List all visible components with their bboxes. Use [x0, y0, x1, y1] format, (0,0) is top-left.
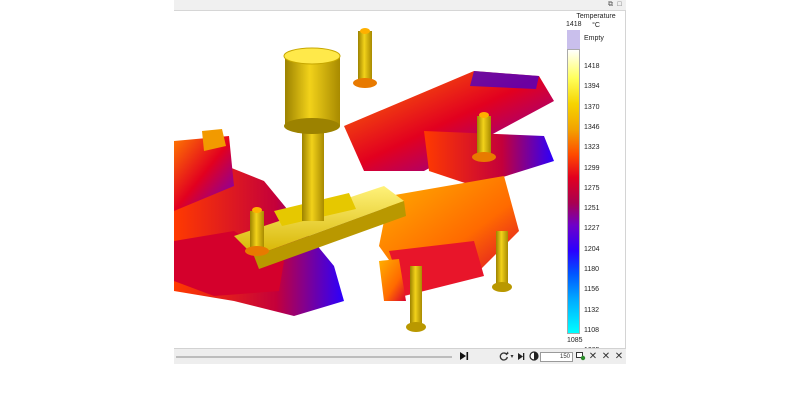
right-riser-collar: [472, 152, 496, 162]
top-riser-collar: [353, 78, 377, 88]
left-front-riser-collar: [245, 246, 269, 256]
legend-tick-label: 1156: [584, 286, 600, 294]
front-riser-a-base: [406, 322, 426, 332]
legend-tick-label: 1394: [584, 83, 600, 91]
app-root: ⧉ □ Temperature °C 1418 Empty 1418 1394 …: [0, 0, 800, 400]
legend-tick-label: 1323: [584, 144, 600, 152]
runner-edge: [470, 71, 539, 89]
legend-tick-label: 1299: [584, 164, 600, 172]
legend-tick-label: 1346: [584, 123, 600, 131]
maximize-window-icon[interactable]: □: [615, 1, 624, 9]
legend-tick-label: 1251: [584, 205, 600, 213]
timeline-slider[interactable]: [176, 356, 452, 358]
playback-toolbar: ▾ 150 ✕ ✕ ✕: [174, 348, 626, 364]
legend-max-value: 1418: [566, 21, 582, 28]
legend-color-gradient: [567, 49, 580, 334]
left-front-riser: [250, 211, 264, 249]
contrast-icon[interactable]: [528, 351, 539, 363]
record-icon[interactable]: [575, 351, 586, 363]
legend-min-value: 1085: [567, 337, 583, 344]
legend-tick-label: 1275: [584, 184, 600, 192]
window-title-bar: ⧉ □: [174, 0, 626, 11]
speed-input[interactable]: 150: [540, 352, 573, 362]
legend-tick-label: 1108: [584, 326, 600, 334]
temperature-legend: Temperature °C 1418 Empty 1418 1394 1370 13…: [557, 12, 625, 354]
top-riser-tip: [360, 28, 370, 34]
right-riser: [477, 116, 491, 156]
simulation-window: ⧉ □ Temperature °C 1418 Empty 1418 1394 …: [174, 0, 626, 364]
dropdown-arrow-icon[interactable]: ▾: [509, 351, 515, 363]
pouring-cup-bottom: [284, 118, 340, 134]
legend-tick-label: 1132: [584, 306, 600, 314]
left-front-riser-tip: [252, 207, 262, 213]
legend-empty-label: Empty: [584, 35, 604, 42]
right-riser-tip: [479, 112, 489, 118]
front-riser-b-base: [492, 282, 512, 292]
legend-tick-label: 1180: [584, 266, 600, 273]
skip-to-end-icon[interactable]: [458, 351, 470, 363]
close-icon[interactable]: ✕: [601, 351, 611, 363]
close-icon[interactable]: ✕: [588, 351, 598, 363]
refresh-icon[interactable]: [498, 351, 509, 363]
empty-color-swatch: [567, 30, 580, 49]
step-forward-icon[interactable]: [516, 351, 526, 363]
restore-window-icon[interactable]: ⧉: [606, 1, 615, 9]
pouring-cup-top: [283, 47, 341, 65]
pouring-cup: [285, 56, 340, 126]
front-riser-b: [496, 231, 508, 286]
top-riser: [358, 31, 372, 81]
legend-tick-label: 1204: [584, 245, 600, 253]
close-icon[interactable]: ✕: [614, 351, 624, 363]
legend-tick-label: 1370: [584, 103, 600, 111]
legend-tick-label: 1418: [584, 63, 600, 70]
front-riser-a: [410, 266, 422, 326]
legend-tick-label: 1227: [584, 225, 600, 233]
